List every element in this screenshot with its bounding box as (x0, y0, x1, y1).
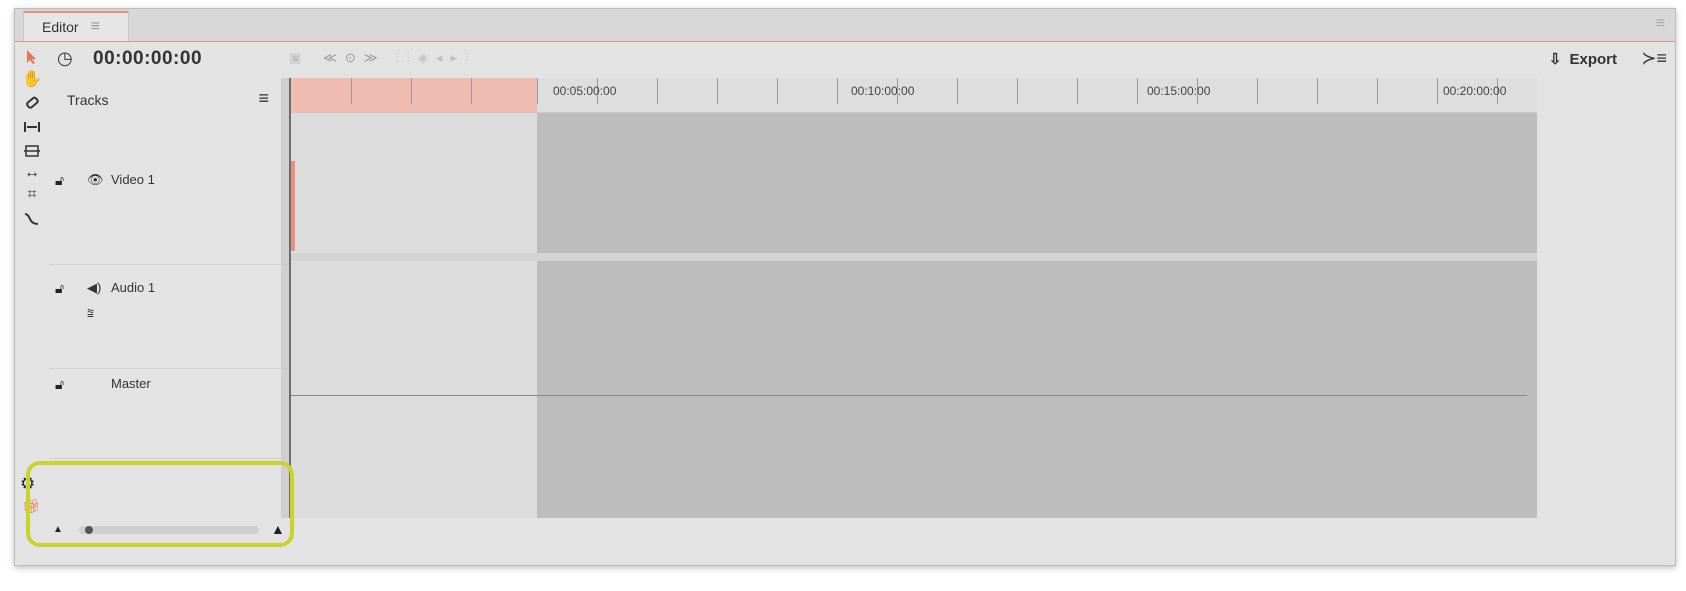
tracks-title: Tracks (67, 92, 109, 108)
ruler-tick (657, 78, 658, 104)
editor-header: ◷ 00:00:00:00 ▣ ≪ ⊙ ≫ ⫶ ⫶ ◈ ◂ ▸ ⫶ ⇩ Expo… (49, 42, 1675, 78)
timeline-area[interactable] (291, 113, 1537, 518)
track-name: Audio 1 (111, 280, 156, 295)
razor-icon[interactable]: ⌗ (21, 184, 43, 206)
clock-icon: ◷ (57, 48, 73, 68)
timeline-ruler[interactable]: 00:05:00:00 00:10:00:00 00:15:00:00 00:2… (291, 78, 1537, 113)
ruler-tick (411, 78, 412, 104)
ruler-tick (1377, 78, 1378, 104)
pointer-icon[interactable] (21, 46, 43, 68)
lane-video-1[interactable] (291, 113, 1537, 253)
lock-icon[interactable]: 🔓︎ (55, 172, 64, 189)
ruler-tick (471, 78, 472, 104)
panel-toggle-icon[interactable]: ≻≡ (1641, 48, 1667, 69)
clip-marker[interactable] (291, 161, 295, 251)
highlight-box (26, 461, 294, 547)
lock-icon[interactable]: 🔓︎ (55, 280, 64, 297)
stretch-icon[interactable]: ↔ (21, 162, 43, 184)
ruler-tick (957, 78, 958, 104)
tab-menu-icon[interactable]: ≡ (91, 18, 100, 36)
ruler-tick (777, 78, 778, 104)
ruler-tick (1257, 78, 1258, 104)
master-volume-line[interactable] (291, 395, 1527, 396)
marker-next-icon[interactable]: ⫶ (407, 50, 410, 66)
panel-splitter[interactable] (281, 78, 289, 518)
lane-region (291, 113, 537, 253)
track-name: Master (111, 376, 151, 391)
keyframe-icon[interactable]: ◈ (418, 50, 428, 66)
tracks-panel: Tracks ≡ 🔓︎ 👁︎ Video 1 🔓︎ ◀) Audio 1 ⩰ 🔓… (49, 78, 281, 518)
track-header-video-1[interactable]: 🔓︎ 👁︎ Video 1 (49, 164, 281, 265)
window-menu-icon[interactable]: ≡ (1656, 15, 1665, 33)
selection-range[interactable] (291, 78, 537, 112)
ruler-label: 00:05:00:00 (553, 84, 617, 98)
ruler-tick (351, 78, 352, 104)
trim-icon[interactable] (21, 116, 43, 138)
ruler-tick (837, 78, 838, 104)
tab-bar: Editor ≡ ≡ (15, 9, 1675, 42)
tab-editor[interactable]: Editor ≡ (23, 11, 129, 41)
ruler-tick (537, 78, 538, 104)
ruler-label: 00:20:00:00 (1443, 84, 1507, 98)
marker-add-icon[interactable]: ⫶ (465, 50, 468, 66)
split-icon[interactable] (21, 140, 43, 162)
hand-icon[interactable]: ✋ (21, 68, 43, 90)
keyframe-next-icon[interactable]: ▸ (450, 50, 457, 66)
tab-editor-label: Editor (42, 19, 79, 35)
lane-region (291, 261, 537, 518)
ruler-label: 00:15:00:00 (1147, 84, 1211, 98)
keyframe-prev-icon[interactable]: ◂ (436, 50, 443, 66)
track-header-audio-1[interactable]: 🔓︎ ◀) Audio 1 ⩰ (49, 272, 281, 369)
timecode-display[interactable]: 00:00:00:00 (93, 48, 202, 70)
ruler-tick (1137, 78, 1138, 104)
ruler-tick (1317, 78, 1318, 104)
automation-icon[interactable]: ⩰ (87, 306, 94, 321)
ruler-tick (717, 78, 718, 104)
eraser-icon[interactable] (21, 92, 43, 114)
rewind-icon[interactable]: ≪ (323, 50, 337, 66)
eye-icon[interactable]: 👁︎ (87, 172, 104, 188)
record-icon[interactable]: ⊙ (345, 50, 356, 66)
tracks-menu-icon[interactable]: ≡ (258, 88, 269, 109)
snapshot-icon[interactable]: ▣ (289, 50, 301, 66)
lock-icon[interactable]: 🔓︎ (55, 376, 64, 393)
ruler-tick (1077, 78, 1078, 104)
ruler-tick (1437, 78, 1438, 104)
export-icon: ⇩ (1548, 51, 1562, 68)
export-button[interactable]: ⇩ Export (1548, 50, 1617, 69)
lane-region-empty (537, 261, 1537, 518)
fast-forward-icon[interactable]: ≫ (364, 50, 378, 66)
ruler-label: 00:10:00:00 (851, 84, 915, 98)
track-header-master[interactable]: 🔓︎ Master (49, 368, 281, 459)
speaker-icon[interactable]: ◀) (87, 280, 101, 296)
lane-separator[interactable] (291, 253, 1537, 261)
curve-icon[interactable] (21, 208, 43, 230)
ruler-tick (1017, 78, 1018, 104)
export-label: Export (1569, 50, 1617, 68)
transport-controls: ▣ ≪ ⊙ ≫ ⫶ ⫶ ◈ ◂ ▸ ⫶ (289, 50, 468, 66)
lane-region-empty (537, 113, 1537, 253)
lane-audio-master[interactable] (291, 261, 1537, 518)
track-name: Video 1 (111, 172, 155, 187)
marker-prev-icon[interactable]: ⫶ (395, 50, 398, 66)
